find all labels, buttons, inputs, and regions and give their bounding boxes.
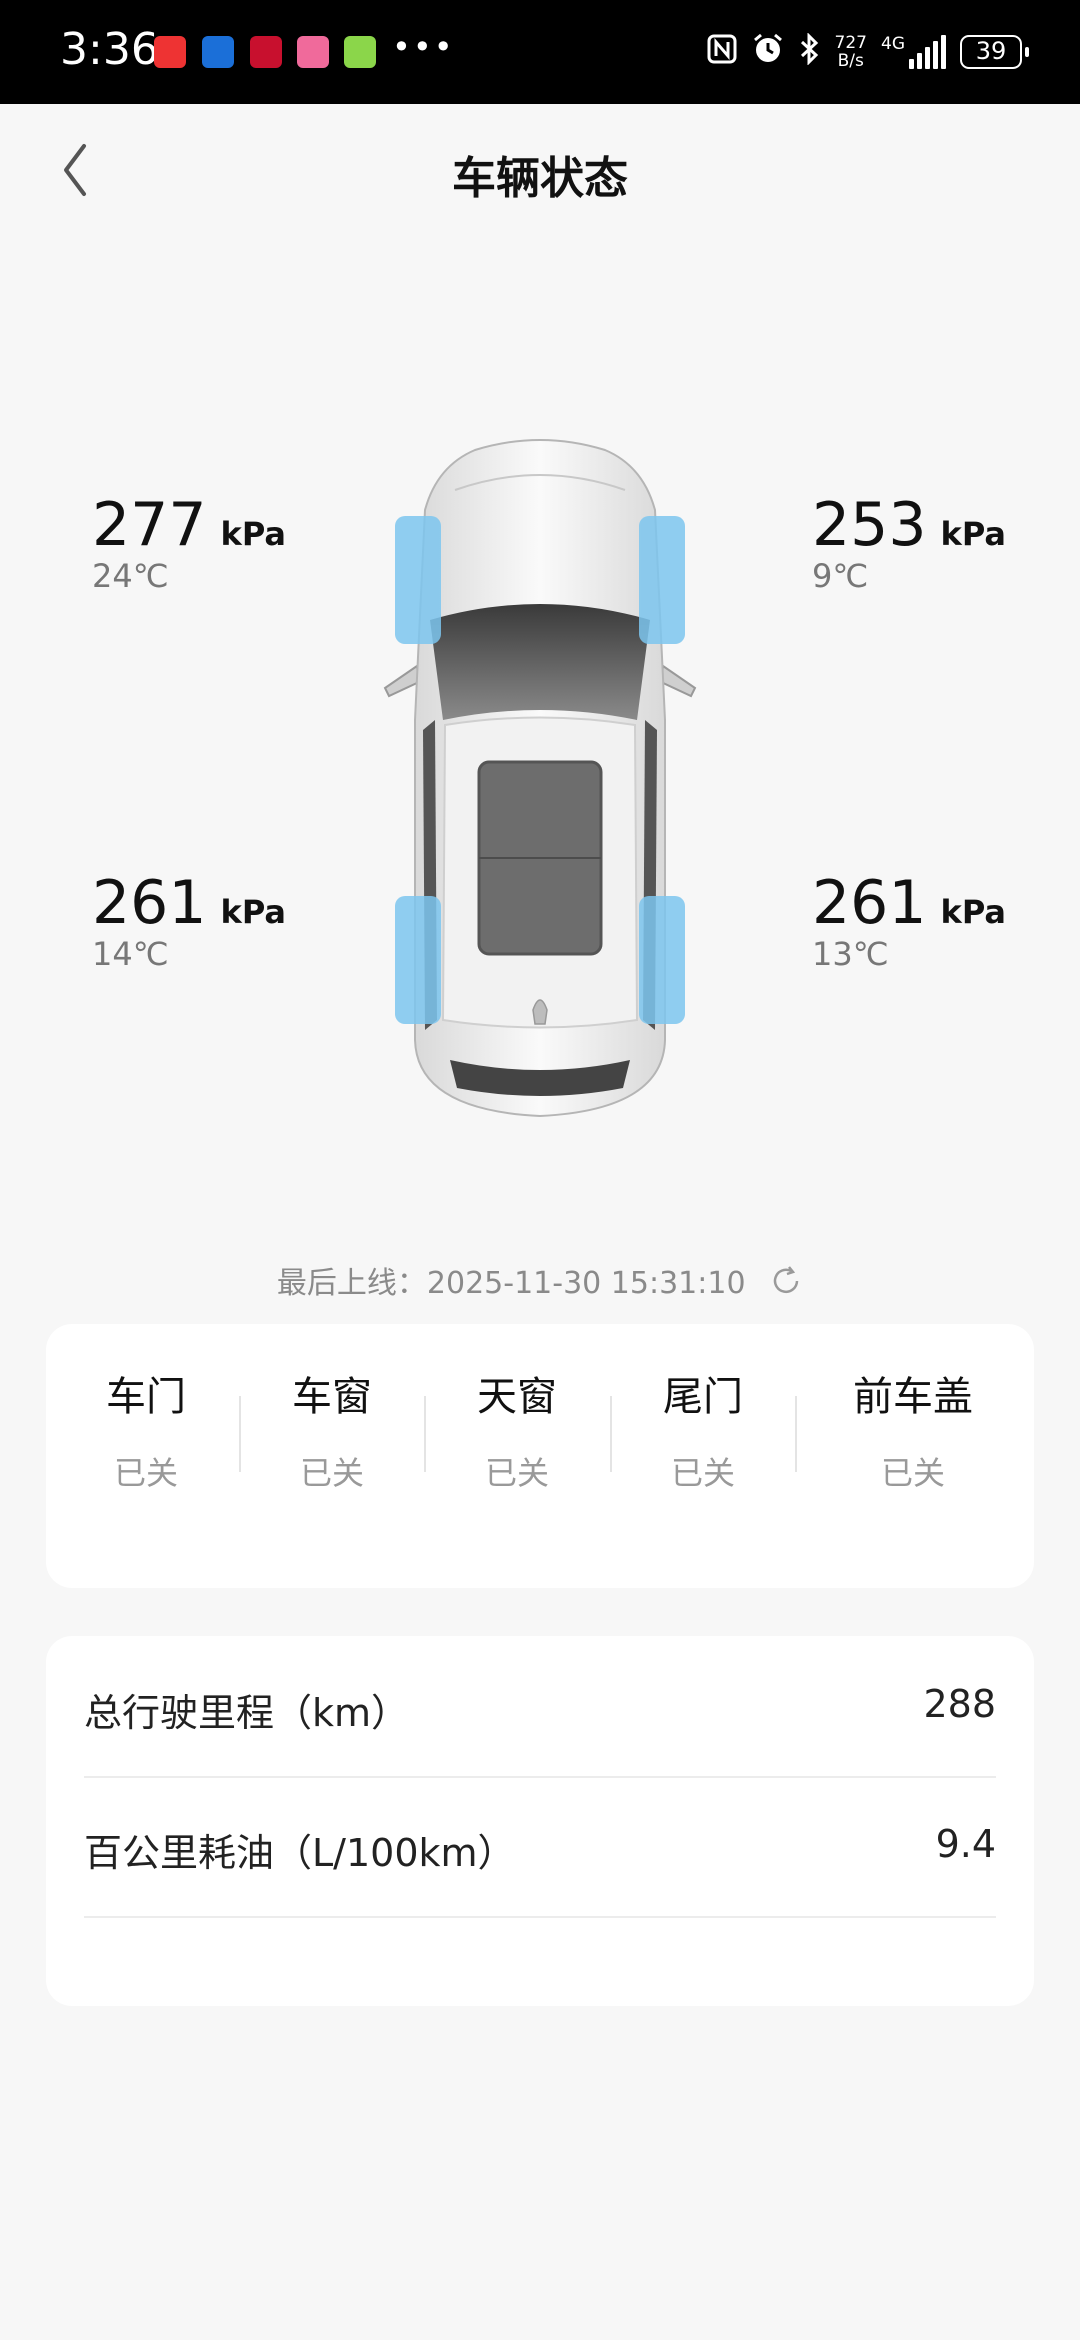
geely-app-icon bbox=[250, 36, 282, 68]
fuel-consumption-row: 百公里耗油（L/100km） 9.4 bbox=[84, 1776, 996, 1918]
nfc-icon bbox=[707, 34, 737, 70]
status-window: 车窗 已关 bbox=[232, 1364, 432, 1494]
tire-front-left: 277 kPa 24℃ bbox=[92, 490, 352, 596]
status-door: 车门 已关 bbox=[46, 1364, 246, 1494]
net-speed: 727 B/s bbox=[834, 33, 867, 71]
vehicle-diagram: 277 kPa 24℃ 253 kPa 9℃ 261 kPa 14℃ 261 kPa 1… bbox=[0, 380, 1080, 1140]
header: 车辆状态 bbox=[0, 104, 1080, 234]
status-bar: 3:36 ••• 727 B/s 4G 39 bbox=[0, 0, 1080, 104]
mileage-row: 总行驶里程（km） 288 bbox=[84, 1636, 996, 1778]
tire-temperature: 24℃ bbox=[92, 557, 169, 595]
tire-pressure: 261 bbox=[812, 868, 927, 938]
page-title: 车辆状态 bbox=[452, 153, 628, 204]
fuel-consumption-value: 9.4 bbox=[935, 1822, 996, 1866]
alarm-icon bbox=[751, 32, 785, 72]
car-top-view-illustration bbox=[383, 439, 697, 1118]
tire-pressure-unit: kPa bbox=[220, 515, 286, 553]
more-notifications-icon: ••• bbox=[392, 28, 455, 66]
tire-front-right: 253 kPa 9℃ bbox=[812, 490, 1072, 596]
status-hood: 前车盖 已关 bbox=[798, 1364, 1028, 1494]
tire-rear-left: 261 kPa 14℃ bbox=[92, 868, 352, 974]
mileage-label: 总行驶里程（km） bbox=[84, 1691, 410, 1735]
network-type: 4G bbox=[881, 34, 905, 54]
tire-temperature: 13℃ bbox=[812, 935, 889, 973]
tire-pressure-unit: kPa bbox=[940, 893, 1006, 931]
status-label: 尾门 bbox=[663, 1374, 743, 1420]
status-sunroof: 天窗 已关 bbox=[417, 1364, 617, 1494]
status-label: 天窗 bbox=[477, 1374, 557, 1420]
tire-pressure: 261 bbox=[92, 868, 207, 938]
status-label: 车窗 bbox=[292, 1374, 372, 1420]
tire-temperature: 9℃ bbox=[812, 557, 869, 595]
divider bbox=[795, 1396, 797, 1472]
tire-pressure-unit: kPa bbox=[940, 515, 1006, 553]
status-label: 前车盖 bbox=[853, 1374, 973, 1420]
leaf-app-icon bbox=[344, 36, 376, 68]
battery-indicator: 39 bbox=[960, 35, 1029, 69]
status-label: 车门 bbox=[106, 1374, 186, 1420]
last-online-timestamp: 2025-11-30 15:31:10 bbox=[426, 1266, 746, 1301]
tire-temperature: 14℃ bbox=[92, 935, 169, 973]
closure-status-card: 车门 已关 车窗 已关 天窗 已关 尾门 已关 前车盖 已关 bbox=[46, 1324, 1034, 1588]
tire-rear-right: 261 kPa 13℃ bbox=[812, 868, 1072, 974]
signal-strength-icon bbox=[909, 35, 946, 69]
bilibili-app-icon bbox=[297, 36, 329, 68]
tire-pressure: 277 bbox=[92, 490, 207, 560]
status-time: 3:36 bbox=[60, 24, 159, 75]
tire-pressure: 253 bbox=[812, 490, 927, 560]
status-value: 已关 bbox=[670, 1454, 735, 1492]
bluetooth-icon bbox=[799, 32, 821, 71]
refresh-icon[interactable] bbox=[769, 1264, 803, 1306]
fuel-consumption-label: 百公里耗油（L/100km） bbox=[84, 1831, 516, 1875]
driving-info-card: 总行驶里程（km） 288 百公里耗油（L/100km） 9.4 bbox=[46, 1636, 1034, 2006]
tire-pressure-unit: kPa bbox=[220, 893, 286, 931]
status-value: 已关 bbox=[880, 1454, 945, 1492]
last-online-label: 最后上线： bbox=[276, 1266, 427, 1301]
status-value: 已关 bbox=[113, 1454, 178, 1492]
mileage-value: 288 bbox=[923, 1682, 996, 1726]
autohome-app-icon bbox=[202, 36, 234, 68]
status-value: 已关 bbox=[484, 1454, 549, 1492]
last-online: 最后上线：2025-11-30 15:31:10 bbox=[0, 1258, 1080, 1306]
status-tailgate: 尾门 已关 bbox=[603, 1364, 803, 1494]
status-value: 已关 bbox=[299, 1454, 364, 1492]
huawei-app-icon bbox=[154, 36, 186, 68]
